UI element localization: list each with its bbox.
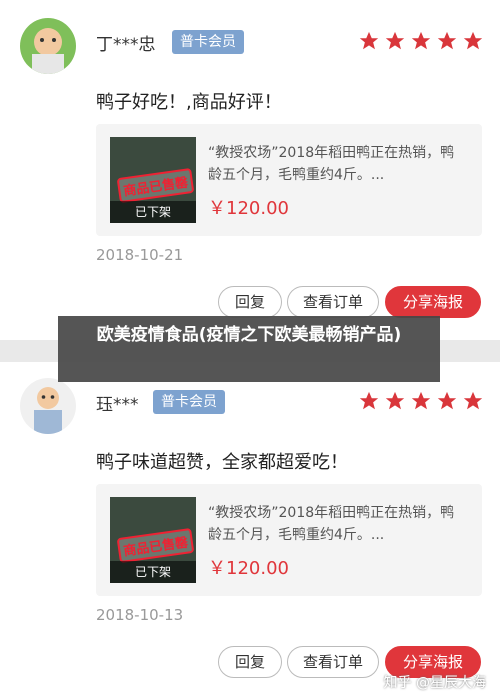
- star-icon: [385, 31, 405, 50]
- product-status: 已下架: [110, 561, 196, 583]
- member-badge: 普卡会员: [172, 30, 244, 54]
- sold-out-stamp: 商品已售罄: [116, 167, 195, 204]
- review-comment: 鸭子好吃！,商品好评！: [96, 92, 282, 113]
- share-poster-button[interactable]: 分享海报: [385, 286, 481, 318]
- username: 丁***忠: [96, 35, 156, 55]
- star-icon: [463, 391, 483, 410]
- sold-out-stamp: 商品已售罄: [116, 527, 195, 564]
- star-icon: [359, 31, 379, 50]
- rating-stars: [358, 390, 484, 412]
- star-icon: [411, 391, 431, 410]
- product-image: 商品已售罄 已下架: [110, 137, 196, 223]
- product-status: 已下架: [110, 201, 196, 223]
- product-description: “教授农场”2018年稻田鸭正在热销，鸭龄五个月，毛鸭重约4斤。...: [208, 145, 455, 183]
- user-avatar[interactable]: [20, 378, 76, 434]
- review-date: 2018-10-21: [96, 246, 184, 264]
- product-image: 商品已售罄 已下架: [110, 497, 196, 583]
- star-icon: [463, 31, 483, 50]
- star-icon: [385, 391, 405, 410]
- review-comment: 鸭子味道超赞，全家都超爱吃！: [96, 452, 348, 473]
- reply-button[interactable]: 回复: [218, 646, 282, 678]
- product-card[interactable]: 商品已售罄 已下架 “教授农场”2018年稻田鸭正在热销，鸭龄五个月，毛鸭重约4…: [96, 124, 482, 236]
- product-price: ￥120.00: [208, 558, 289, 579]
- star-icon: [359, 391, 379, 410]
- product-description: “教授农场”2018年稻田鸭正在热销，鸭龄五个月，毛鸭重约4斤。...: [208, 505, 455, 543]
- member-badge: 普卡会员: [153, 390, 225, 414]
- view-order-button[interactable]: 查看订单: [287, 286, 379, 318]
- rating-stars: [358, 30, 484, 52]
- caption-banner: 欧美疫情食品(疫情之下欧美最畅销产品): [58, 316, 440, 382]
- watermark: 知乎 @星辰大海: [383, 675, 486, 691]
- review-date: 2018-10-13: [96, 606, 184, 624]
- star-icon: [437, 391, 457, 410]
- star-icon: [437, 31, 457, 50]
- star-icon: [411, 31, 431, 50]
- view-order-button[interactable]: 查看订单: [287, 646, 379, 678]
- reply-button[interactable]: 回复: [218, 286, 282, 318]
- product-price: ￥120.00: [208, 198, 289, 219]
- user-avatar[interactable]: [20, 18, 76, 74]
- username: 珏***: [96, 395, 139, 415]
- product-card[interactable]: 商品已售罄 已下架 “教授农场”2018年稻田鸭正在热销，鸭龄五个月，毛鸭重约4…: [96, 484, 482, 596]
